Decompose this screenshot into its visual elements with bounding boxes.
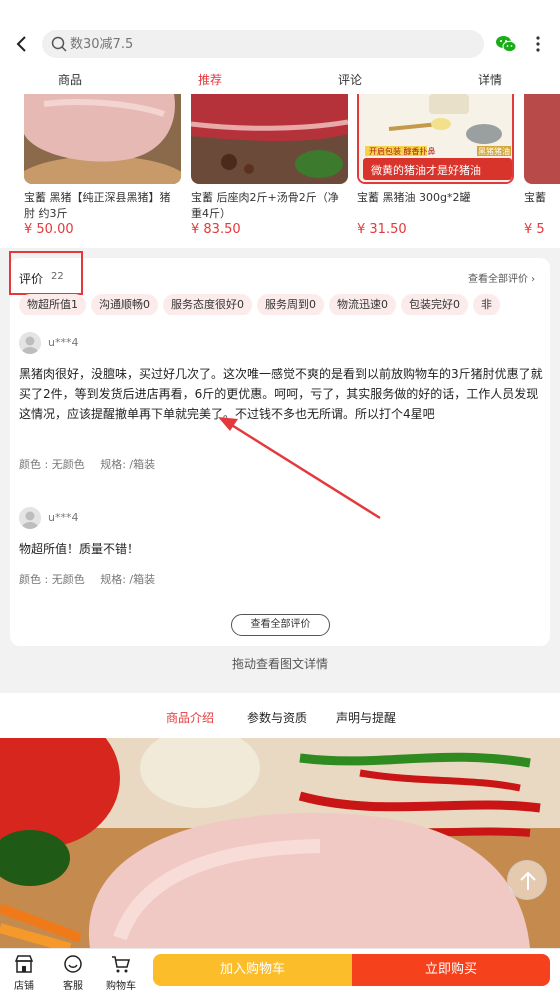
customer-service-icon xyxy=(64,955,82,973)
tab-reviews[interactable]: 评论 xyxy=(338,71,362,88)
tab-notice[interactable]: 声明与提醒 xyxy=(336,709,396,726)
back-icon[interactable] xyxy=(10,30,34,58)
tab-details[interactable]: 详情 xyxy=(478,71,502,88)
top-bar xyxy=(0,0,560,66)
review-username: u***4 xyxy=(48,336,79,349)
product-page: 商品 推荐 评论 详情 宝蓄 黑猪【纯正深县黑猪】猪肘 约3斤 ¥ 50.00 xyxy=(0,0,560,997)
tab-product[interactable]: 商品 xyxy=(58,71,82,88)
product-price: ¥ 5 xyxy=(524,222,545,237)
product-image: 开启包装 醇香扑鼻 黑猪猪油 微黄的猪油才是好猪油 xyxy=(357,94,514,184)
section-tabs: 商品 推荐 评论 详情 xyxy=(0,66,560,94)
review-tags: 物超所值1 沟通顺畅0 服务态度很好0 服务周到0 物流迅速0 包装完好0 非 xyxy=(19,293,550,315)
drag-tip: 拖动查看图文详情 xyxy=(231,657,328,671)
review-meta: 颜色 : 无颜色 规格: /箱装 xyxy=(19,571,167,587)
review-tag[interactable]: 包装完好0 xyxy=(401,294,468,315)
search-icon xyxy=(50,35,68,53)
review-color: 颜色 : 无颜色 xyxy=(19,573,85,586)
detail-tabs: 商品介绍 参数与资质 声明与提醒 xyxy=(0,693,560,738)
review-meta: 颜色 : 无颜色 规格: /箱装 xyxy=(19,456,167,472)
bottom-action-bar: 店铺 客服 购物车 加入购物车 立即购买 xyxy=(0,948,560,997)
review-tag[interactable]: 服务周到0 xyxy=(257,294,324,315)
product-image xyxy=(191,94,348,184)
review-tag[interactable]: 物流迅速0 xyxy=(329,294,396,315)
review-text: 黑猪肉很好，没膻味，买过好几次了。这次唯一感觉不爽的是看到以前放购物车的3斤猪肘… xyxy=(19,367,543,421)
product-price: ¥ 31.50 xyxy=(357,222,407,237)
store-label: 店铺 xyxy=(14,981,34,992)
review-text: 物超所值！质量不错！ xyxy=(19,542,140,556)
product-price: ¥ 83.50 xyxy=(191,222,241,237)
avatar xyxy=(19,332,41,354)
banner-top-text: 开启包装 醇香扑鼻 xyxy=(369,147,436,156)
view-all-reviews-link[interactable]: 查看全部评价 › xyxy=(468,270,535,285)
recommendation-card[interactable]: 宝蓄 ¥ 5 xyxy=(524,94,560,248)
wechat-icon[interactable] xyxy=(494,32,518,56)
view-all-reviews-button[interactable]: 查看全部评价 xyxy=(231,614,330,636)
buy-now-button[interactable]: 立即购买 xyxy=(352,954,550,986)
review-tag[interactable]: 物超所值1 xyxy=(19,294,86,315)
recommendation-strip: 宝蓄 黑猪【纯正深县黑猪】猪肘 约3斤 ¥ 50.00 宝蓄 后座肉2斤+汤骨2… xyxy=(0,94,560,248)
reviews-count: 22 xyxy=(51,271,64,282)
banner-main-text: 微黄的猪油才是好猪油 xyxy=(371,164,481,177)
recommendation-card[interactable]: 宝蓄 黑猪【纯正深县黑猪】猪肘 约3斤 ¥ 50.00 xyxy=(24,94,181,248)
product-title: 宝蓄 黑猪【纯正深县黑猪】猪肘 约3斤 xyxy=(24,191,171,220)
product-detail-image xyxy=(0,738,560,948)
product-image xyxy=(24,94,181,184)
search-bar[interactable] xyxy=(42,30,484,58)
review-username: u***4 xyxy=(48,511,79,524)
search-input[interactable] xyxy=(70,33,470,55)
review-item: u***4 物超所值！质量不错！ 颜色 : 无颜色 规格: /箱装 xyxy=(19,507,544,597)
review-item: u***4 黑猪肉很好，没膻味，买过好几次了。这次唯一感觉不爽的是看到以前放购物… xyxy=(19,332,544,482)
store-icon xyxy=(14,955,34,973)
cart-button[interactable]: 购物车 xyxy=(101,951,141,995)
add-to-cart-button[interactable]: 加入购物车 xyxy=(153,954,352,986)
product-title: 宝蓄 后座肉2斤+汤骨2斤（净重4斤） xyxy=(191,191,339,220)
review-tag[interactable]: 沟通顺畅0 xyxy=(91,294,158,315)
recommendation-card[interactable]: 开启包装 醇香扑鼻 黑猪猪油 微黄的猪油才是好猪油 宝蓄 黑猪油 300g*2罐… xyxy=(357,94,514,248)
tab-recommend[interactable]: 推荐 xyxy=(198,71,222,88)
product-image xyxy=(524,94,560,184)
tab-params[interactable]: 参数与资质 xyxy=(247,709,307,726)
service-button[interactable]: 客服 xyxy=(53,951,93,995)
review-tag[interactable]: 非 xyxy=(473,294,500,315)
product-title: 宝蓄 黑猪油 300g*2罐 xyxy=(357,191,471,204)
review-spec: 规格: /箱装 xyxy=(100,458,156,471)
service-label: 客服 xyxy=(63,981,83,992)
banner-badge-text: 黑猪猪油 xyxy=(478,147,510,156)
cart-label: 购物车 xyxy=(106,981,136,992)
cart-icon xyxy=(112,956,130,973)
product-price: ¥ 50.00 xyxy=(24,222,74,237)
product-title: 宝蓄 xyxy=(524,191,546,204)
drag-handle-dots[interactable] xyxy=(249,683,311,698)
recommendation-card[interactable]: 宝蓄 后座肉2斤+汤骨2斤（净重4斤） ¥ 83.50 xyxy=(191,94,348,248)
avatar xyxy=(19,507,41,529)
reviews-section: 评价 22 查看全部评价 › 物超所值1 沟通顺畅0 服务态度很好0 服务周到0 物流迅… xyxy=(9,251,550,646)
review-tag[interactable]: 服务态度很好0 xyxy=(163,294,252,315)
arrow-up-icon xyxy=(520,871,536,890)
review-color: 颜色 : 无颜色 xyxy=(19,458,85,471)
review-spec: 规格: /箱装 xyxy=(100,573,156,586)
store-button[interactable]: 店铺 xyxy=(4,951,44,995)
more-icon[interactable] xyxy=(528,32,548,56)
back-to-top-button[interactable] xyxy=(507,860,547,900)
tab-product-intro[interactable]: 商品介绍 xyxy=(166,709,214,726)
reviews-title: 评价 xyxy=(19,272,44,286)
